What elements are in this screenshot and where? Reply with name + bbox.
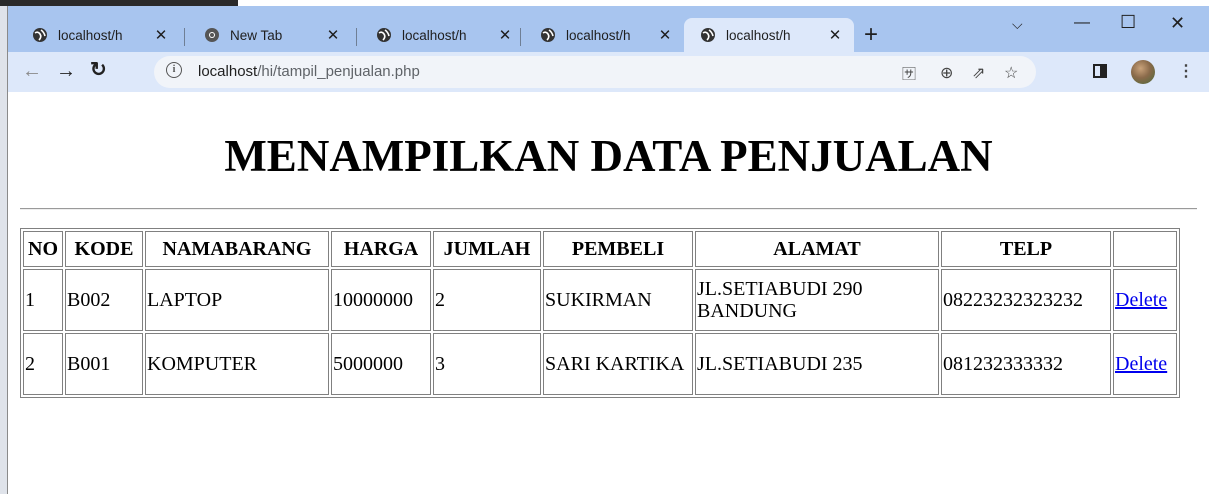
cell-no: 1 — [23, 269, 63, 331]
side-panel-icon[interactable] — [1093, 64, 1107, 78]
cell-telp: 08223232323232 — [941, 269, 1111, 331]
cell-harga: 5000000 — [331, 333, 431, 395]
tab-separator — [356, 28, 357, 46]
browser-window: localhost/h ✕ New Tab ✕ localhost/h ✕ lo… — [8, 6, 1209, 494]
globe-icon — [377, 28, 391, 42]
tab-title: localhost/h — [566, 27, 631, 43]
url-path: /hi/tampil_penjualan.php — [257, 63, 420, 80]
column-header: KODE — [65, 231, 143, 267]
cell-pembeli: SUKIRMAN — [543, 269, 693, 331]
forward-arrow-icon[interactable]: → — [56, 60, 76, 82]
back-arrow-icon[interactable]: ← — [22, 60, 42, 82]
cell-harga: 10000000 — [331, 269, 431, 331]
maximize-icon[interactable]: ☐ — [1120, 12, 1136, 33]
profile-avatar[interactable] — [1131, 60, 1155, 84]
share-icon[interactable]: ⇗ — [972, 63, 985, 83]
column-header-action — [1113, 231, 1177, 267]
close-icon[interactable]: ✕ — [826, 26, 844, 44]
close-icon[interactable]: ✕ — [656, 26, 674, 44]
tab-strip: localhost/h ✕ New Tab ✕ localhost/h ✕ lo… — [8, 6, 1209, 52]
table-row: 1 B002 LAPTOP 10000000 2 SUKIRMAN JL.SET… — [23, 269, 1177, 331]
page-content: MENAMPILKAN DATA PENJUALAN NO KODE NAMAB… — [8, 92, 1209, 494]
minimize-icon[interactable]: — — [1074, 14, 1090, 32]
cell-nama: LAPTOP — [145, 269, 329, 331]
globe-icon — [33, 28, 47, 42]
cell-nama: KOMPUTER — [145, 333, 329, 395]
tab-3[interactable]: localhost/h ✕ — [360, 18, 524, 52]
tab-search-icon[interactable]: ⌵ — [1012, 16, 1023, 33]
bookmark-star-icon[interactable]: ☆ — [1004, 63, 1018, 83]
new-tab-icon[interactable]: + — [864, 23, 878, 47]
tab-title: localhost/h — [726, 27, 791, 43]
cell-jumlah: 3 — [433, 333, 541, 395]
cell-no: 2 — [23, 333, 63, 395]
column-header: TELP — [941, 231, 1111, 267]
column-header: NAMABARANG — [145, 231, 329, 267]
cell-kode: B001 — [65, 333, 143, 395]
url-host: localhost — [198, 63, 258, 80]
tab-5-active[interactable]: localhost/h ✕ — [684, 18, 854, 52]
column-header: NO — [23, 231, 63, 267]
cell-pembeli: SARI KARTIKA — [543, 333, 693, 395]
sales-table: NO KODE NAMABARANG HARGA JUMLAH PEMBELI … — [20, 228, 1180, 398]
table-header-row: NO KODE NAMABARANG HARGA JUMLAH PEMBELI … — [23, 231, 1177, 267]
cell-kode: B002 — [65, 269, 143, 331]
tab-4[interactable]: localhost/h ✕ — [524, 18, 684, 52]
tab-separator — [184, 28, 185, 46]
column-header: ALAMAT — [695, 231, 939, 267]
column-header: HARGA — [331, 231, 431, 267]
browser-toolbar: ← → ↻ i localhost/hi/tampil_penjualan.ph… — [8, 52, 1209, 92]
tab-title: New Tab — [230, 27, 283, 43]
tab-1[interactable]: localhost/h ✕ — [16, 18, 180, 52]
cell-jumlah: 2 — [433, 269, 541, 331]
cell-alamat: JL.SETIABUDI 290 BANDUNG — [695, 269, 939, 331]
cell-telp: 081232333332 — [941, 333, 1111, 395]
cell-action: Delete — [1113, 269, 1177, 331]
translate-icon[interactable]: 🈂 — [902, 64, 916, 84]
column-header: JUMLAH — [433, 231, 541, 267]
chrome-icon — [205, 28, 219, 42]
delete-link[interactable]: Delete — [1115, 289, 1167, 311]
globe-icon — [541, 28, 555, 42]
cell-action: Delete — [1113, 333, 1177, 395]
menu-kebab-icon[interactable]: ⋮ — [1178, 61, 1194, 81]
tab-title: localhost/h — [402, 27, 467, 43]
address-bar[interactable]: i localhost/hi/tampil_penjualan.php 🈂 ⊕ … — [154, 56, 1036, 88]
horizontal-rule — [20, 208, 1197, 210]
delete-link[interactable]: Delete — [1115, 353, 1167, 375]
window-close-icon[interactable]: ✕ — [1170, 13, 1185, 34]
page-title: MENAMPILKAN DATA PENJUALAN — [224, 131, 993, 181]
url-text[interactable]: localhost/hi/tampil_penjualan.php — [198, 63, 420, 80]
close-icon[interactable]: ✕ — [324, 26, 342, 44]
cell-alamat: JL.SETIABUDI 235 — [695, 333, 939, 395]
tab-separator — [520, 28, 521, 46]
site-info-icon[interactable]: i — [166, 62, 182, 78]
tab-2[interactable]: New Tab ✕ — [188, 18, 352, 52]
zoom-icon[interactable]: ⊕ — [940, 63, 953, 83]
table-row: 2 B001 KOMPUTER 5000000 3 SARI KARTIKA J… — [23, 333, 1177, 395]
column-header: PEMBELI — [543, 231, 693, 267]
tab-title: localhost/h — [58, 27, 123, 43]
reload-icon[interactable]: ↻ — [90, 59, 107, 81]
close-icon[interactable]: ✕ — [496, 26, 514, 44]
close-icon[interactable]: ✕ — [152, 26, 170, 44]
globe-icon — [701, 28, 715, 42]
window-left-border — [0, 6, 8, 494]
